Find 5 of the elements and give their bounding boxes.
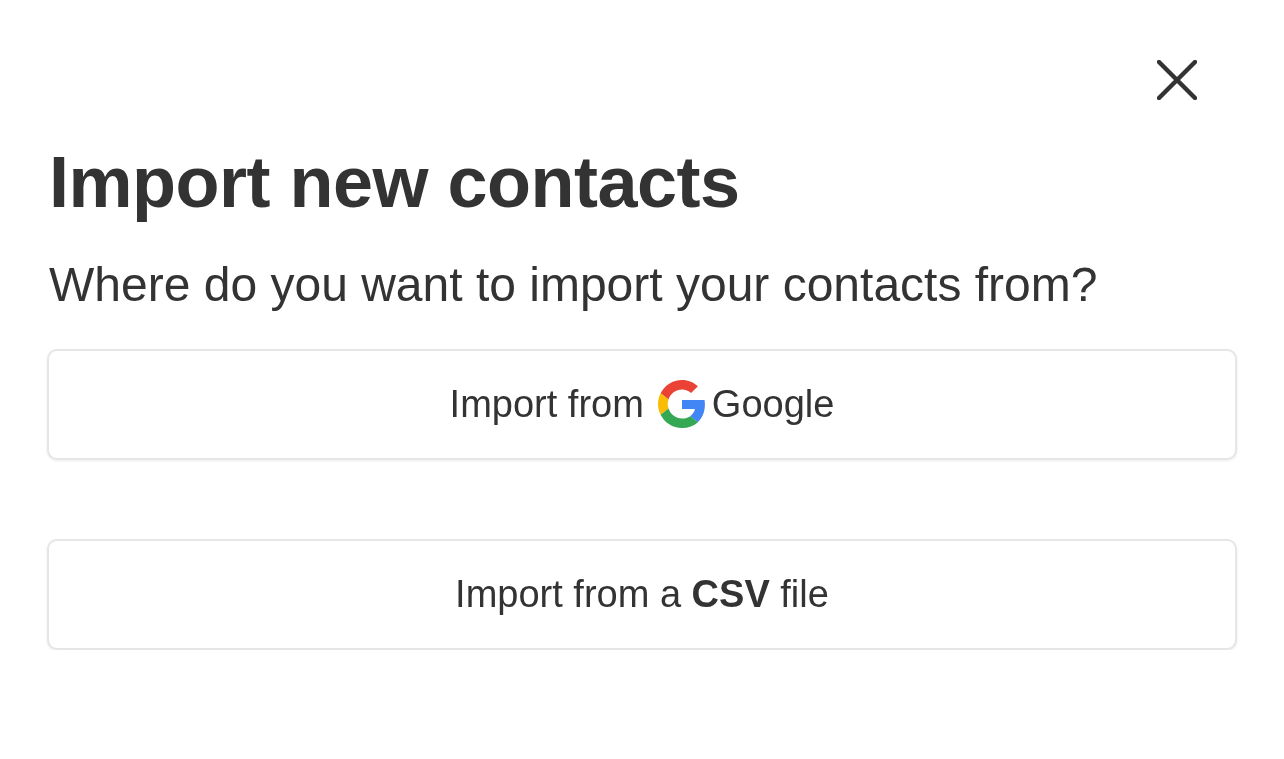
import-google-button[interactable]: Import from Google — [47, 348, 1237, 460]
close-icon[interactable] — [1157, 60, 1197, 100]
g-logo-icon — [657, 380, 706, 429]
import-csv-button[interactable]: Import from a CSV file — [47, 538, 1237, 650]
dialog-subtitle: Where do you want to import your contacts from? — [49, 257, 1099, 313]
